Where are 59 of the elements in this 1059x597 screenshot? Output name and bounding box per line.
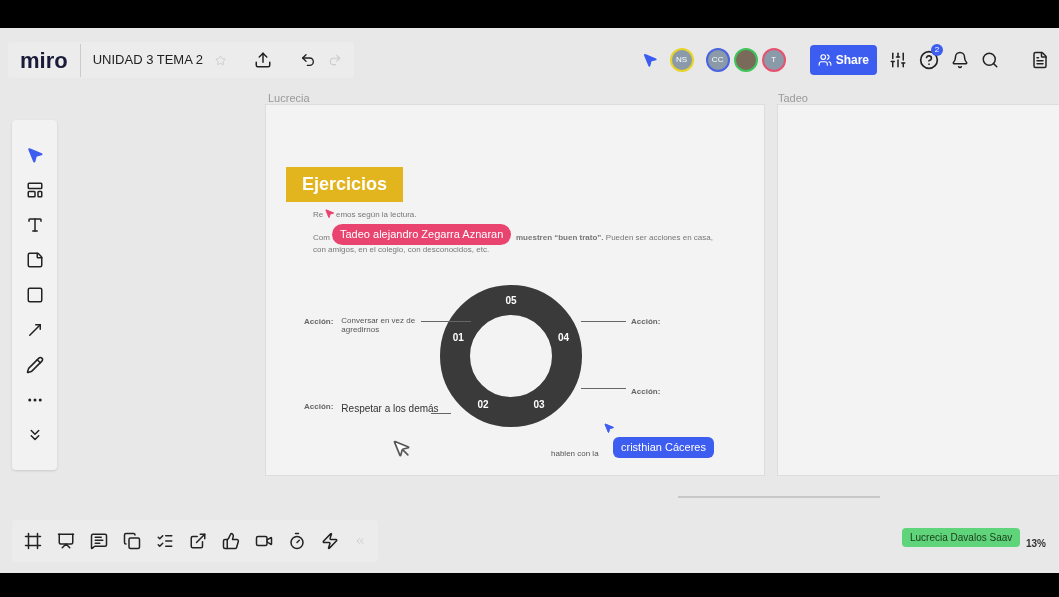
avatar[interactable]: NS xyxy=(669,48,694,72)
action-label: Acción: xyxy=(304,401,334,413)
thumbs-up-icon[interactable] xyxy=(222,532,240,550)
star-icon[interactable] xyxy=(215,54,226,66)
cursor-filter-icon[interactable] xyxy=(641,52,658,68)
cursor-icon xyxy=(324,208,335,219)
share-button[interactable]: Share xyxy=(809,45,877,75)
cursor-label: Tadeo alejandro Zegarra Aznaran xyxy=(332,224,512,245)
upload-icon[interactable] xyxy=(254,51,272,69)
logo[interactable]: miro xyxy=(20,43,81,77)
action-answer: hablen con la xyxy=(551,448,599,460)
comment-icon[interactable] xyxy=(90,532,108,550)
text-fragment: emos según la lectura. xyxy=(336,209,417,221)
zoom-level[interactable]: 13% xyxy=(1026,536,1046,551)
help-icon[interactable] xyxy=(919,50,939,70)
action-answer: Respetar a los demás xyxy=(341,402,439,416)
avatar[interactable]: CC xyxy=(705,48,730,72)
text-icon[interactable] xyxy=(25,216,44,234)
frame-icon[interactable] xyxy=(24,532,42,550)
action-answer: Conversar en vez de agredirnos xyxy=(341,316,417,334)
pen-icon[interactable] xyxy=(25,356,44,374)
avatar[interactable] xyxy=(733,48,758,72)
connector-line xyxy=(431,413,451,414)
lightning-icon[interactable] xyxy=(321,532,339,550)
connector-line xyxy=(581,388,626,389)
presentation-icon[interactable] xyxy=(57,532,75,550)
undo-icon[interactable] xyxy=(300,52,316,68)
connector-line xyxy=(421,321,471,322)
connector-line xyxy=(581,321,626,322)
people-icon xyxy=(817,53,832,67)
square-icon[interactable] xyxy=(25,286,44,304)
notification-badge: 2 xyxy=(931,44,943,56)
collaborator-tag: Lucrecia Davalos Saav xyxy=(902,528,1021,547)
avatar[interactable]: T xyxy=(761,48,786,72)
pointer-icon[interactable] xyxy=(25,146,44,164)
sticky-note-icon[interactable] xyxy=(25,251,44,269)
bell-icon[interactable] xyxy=(951,51,969,69)
timer-icon[interactable] xyxy=(288,532,306,550)
text-fragment: Re xyxy=(313,209,324,221)
cursor-label: cristhian Cáceres xyxy=(613,437,714,458)
frame-label: Lucrecia xyxy=(268,91,310,106)
sliders-icon[interactable] xyxy=(889,51,907,69)
action-label: Acción: xyxy=(304,316,334,328)
layout-icon[interactable] xyxy=(25,181,44,199)
cursor-icon xyxy=(603,422,615,434)
action-label: Acción: xyxy=(631,386,661,398)
notes-icon[interactable] xyxy=(1031,51,1049,69)
text-fragment: Com xyxy=(313,232,330,244)
list-icon[interactable] xyxy=(156,532,174,550)
frame-label: Tadeo xyxy=(778,91,808,106)
search-icon[interactable] xyxy=(981,51,999,69)
instruction-text: con amigos, en el colegio, con desconocidos, etc. xyxy=(313,244,490,256)
board-title[interactable]: UNIDAD 3 TEMA 2 xyxy=(92,50,203,70)
external-link-icon[interactable] xyxy=(189,532,207,550)
cards-icon[interactable] xyxy=(123,532,141,550)
action-label: Acción: xyxy=(631,316,661,328)
mouse-pointer-icon xyxy=(392,439,412,459)
slide-title: Ejercicios xyxy=(286,167,404,202)
instruction-text: muestren “buen trato”. Pueden ser acciones en casa, xyxy=(516,232,713,244)
